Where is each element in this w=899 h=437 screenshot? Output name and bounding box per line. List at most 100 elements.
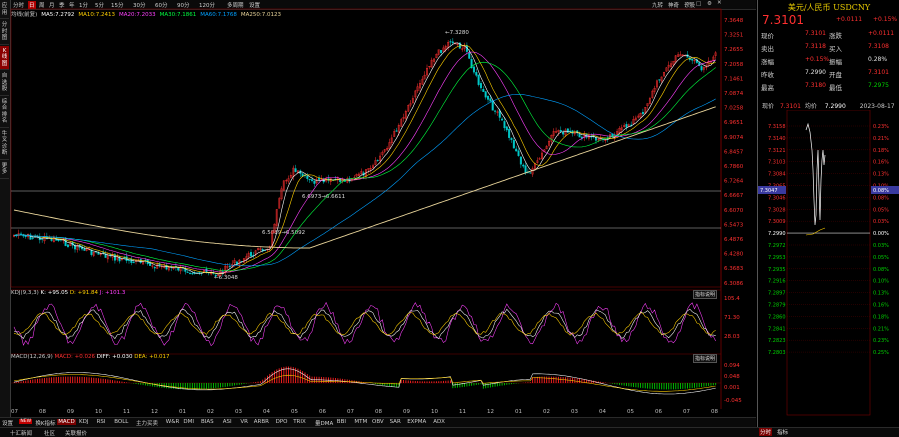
minute-left-tick: 7.3103 [768, 160, 786, 166]
quote-value-4a: 7.3180 [805, 82, 826, 89]
quote-label-1a: 卖出 [761, 45, 774, 53]
minute-right-tick: 0.08% [873, 267, 889, 273]
quote-value-3a: 7.2990 [805, 69, 826, 76]
macd-name: MACD(12,26,9) [11, 354, 53, 360]
price-tick: 6.8457 [724, 149, 744, 155]
minute-right-tick: 0.10% [873, 279, 889, 285]
instrument-title: 美元/人民币 USDCNY [787, 3, 871, 12]
time-tick: 10 [95, 409, 102, 415]
quote-value-1a: 7.3118 [805, 43, 826, 50]
time-tick: 01 [515, 409, 522, 415]
minute-avg: 7.2990 [824, 103, 846, 110]
minute-left-tick: 7.2879 [768, 303, 786, 309]
indicator-tab-8[interactable]: DMI [183, 419, 194, 425]
kdj-help-button[interactable]: 指标说明 [693, 290, 718, 299]
indicator-tab-21[interactable]: ADX [433, 419, 445, 425]
macd-value: MACD: +0.026 [54, 354, 95, 360]
minute-right-tick: 0.13% [873, 291, 889, 297]
kdj-tick: 71.30 [724, 315, 740, 321]
minute-right-tick: 0.05% [873, 207, 889, 213]
minute-left-tick: 7.2916 [768, 279, 786, 285]
indicator-tab-10[interactable]: ASI [223, 419, 232, 425]
price-tick: 6.6070 [724, 208, 744, 214]
indicator-tab-11[interactable]: VR [240, 419, 248, 425]
indicator-tab-16[interactable]: BBI [337, 419, 346, 425]
minute-right-tick: 0.03% [873, 243, 889, 249]
indicator-tab-2[interactable]: MACD [57, 419, 76, 425]
price-tick: 7.1461 [724, 76, 743, 82]
indicator-tab-15[interactable]: 量DMA [315, 419, 333, 427]
new-badge: NEW [19, 419, 33, 424]
panel-tab-1[interactable]: 指标 [777, 428, 788, 436]
minute-right-tick: 0.25% [873, 350, 889, 356]
price-change-pct: +0.15% [873, 16, 898, 23]
time-tick: 02 [543, 409, 550, 415]
ma-item-1: MA5:7.2792 [41, 12, 75, 18]
time-tick: 06 [655, 409, 662, 415]
high-label: ←7.3280 [445, 30, 469, 36]
ma30-line [13, 61, 716, 271]
time-tick: 07 [347, 409, 354, 415]
minimize-icon[interactable]: ▭ [685, 1, 690, 7]
kdj-j: J: +101.3 [99, 290, 126, 296]
kdj-tick: 105.4 [724, 296, 740, 302]
minute-left-tick: 7.3084 [768, 172, 786, 178]
indicator-tab-6[interactable]: 主力买卖 [136, 419, 158, 427]
minute-right-tick: 0.16% [873, 160, 889, 166]
indicator-tab-14[interactable]: TRIX [293, 419, 306, 425]
ma-item-0: 均线(前复) [11, 12, 38, 18]
indicator-tab-1[interactable]: 换K指标 [35, 419, 55, 427]
indicator-tab-0[interactable]: 设置 [2, 419, 13, 427]
time-tick: 09 [403, 409, 410, 415]
minute-cursor-price: 7.3047 [760, 188, 778, 194]
restore-icon[interactable]: □ [696, 1, 701, 7]
indicator-tab-20[interactable]: EXPMA [407, 419, 426, 425]
time-tick: 05 [627, 409, 634, 415]
time-tick: 07 [11, 409, 18, 415]
minute-chart-header: 现价 7.3101 均价 7.2990 2023-08-17 [762, 101, 895, 110]
gear-icon[interactable]: ⚙ [707, 1, 712, 7]
close-icon[interactable]: ✕ [717, 0, 722, 6]
indicator-tab-5[interactable]: BOLL [114, 419, 128, 425]
indicator-tab-17[interactable]: MTM [354, 419, 367, 425]
ma250-line [13, 106, 716, 249]
minute-right-tick: 0.03% [873, 219, 889, 225]
price-tick: 6.6667 [724, 193, 744, 199]
time-tick: 12 [487, 409, 494, 415]
indicator-tab-4[interactable]: RSI [97, 419, 106, 425]
macd-histogram [13, 366, 717, 390]
macd-help-button[interactable]: 指标说明 [693, 354, 718, 363]
candles [12, 37, 717, 278]
minute-right-tick: 0.23% [873, 124, 889, 130]
minute-chart[interactable]: 7.3158 0.23% 7.3140 0.21% 7.3121 0.18% 7.3103 0… [758, 110, 899, 426]
ma-item-4: MA30:7.1861 [159, 12, 197, 18]
panel-tab-0[interactable]: 分时 [759, 428, 773, 436]
price-tick: 6.7264 [724, 179, 744, 185]
indicator-tab-18[interactable]: OBV [372, 419, 384, 425]
quote-panel: 美元/人民币 USDCNY 7.3101 +0.0111 +0.15% 现价 7.… [757, 0, 899, 427]
indicator-tab-12[interactable]: ARBR [254, 419, 269, 425]
minute-price-label: 现价 [762, 103, 775, 110]
time-tick: 04 [263, 409, 270, 415]
macd-dea: DEA: +0.017 [134, 354, 170, 360]
minute-date: 2023-08-17 [859, 103, 895, 110]
time-tick: 11 [459, 409, 466, 415]
indicator-tab-9[interactable]: BIAS [201, 419, 214, 425]
time-tick: 11 [123, 409, 130, 415]
price-tick: 6.5473 [724, 222, 744, 228]
kdj-tick: 28.03 [724, 334, 740, 340]
quote-value-1b: 7.3108 [868, 43, 889, 50]
price-tick: 6.7860 [724, 164, 744, 170]
indicator-tab-19[interactable]: SAR [390, 419, 401, 425]
time-tick: 03 [571, 409, 578, 415]
price-tick: 6.4280 [724, 252, 744, 258]
time-tick: 08 [711, 409, 718, 415]
quote-label-1b: 买入 [829, 45, 842, 53]
indicator-tab-7[interactable]: W&R [166, 419, 180, 425]
time-tick: 08 [39, 409, 46, 415]
minute-left-tick: 7.2990 [768, 231, 786, 237]
indicator-tab-3[interactable]: KDJ [79, 419, 88, 425]
indicator-tab-bar: 设置 NEW 换K指标 MACD KDJ RSI BOLL 主力买卖 W&R DMI BIAS ASI… [0, 417, 756, 427]
time-tick: 03 [235, 409, 242, 415]
indicator-tab-13[interactable]: DPO [276, 419, 288, 425]
